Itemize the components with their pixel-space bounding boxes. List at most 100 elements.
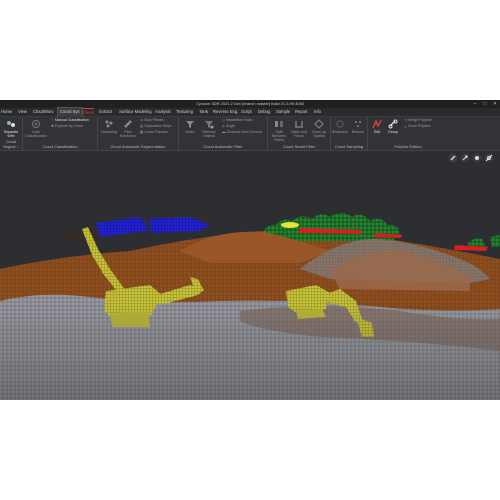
clean-up-spatial-button[interactable]: Clean up Spatial xyxy=(309,119,329,138)
merge-polyline-label: Merge Polyline xyxy=(408,118,432,122)
group-cloud-automatic-segmentation: Clustering Pipe Extraction ▭ Auto Planes… xyxy=(98,117,179,150)
tab-extract[interactable]: Extract xyxy=(99,108,112,116)
merge-icon: ↝ xyxy=(404,118,408,122)
separation-steps-label: Separation Steps xyxy=(144,124,172,128)
split-icon xyxy=(275,121,283,127)
clean-up-spatial-label: Clean up Spatial xyxy=(311,130,327,138)
separate-icon xyxy=(7,121,15,127)
merge-polyline-button[interactable]: ↝ Merge Polyline xyxy=(404,118,432,123)
tab-sample[interactable]: Sample xyxy=(276,108,290,116)
tab-home[interactable]: Home xyxy=(1,108,12,116)
steps-icon: ▤ xyxy=(140,124,144,128)
noise-label: Noise xyxy=(185,130,195,134)
group-label: Cloud Segme... xyxy=(2,139,19,149)
edit-polyline-icon xyxy=(372,119,382,129)
clustering-label: Clustering xyxy=(100,130,118,134)
group-polyline-label: Group xyxy=(388,130,398,134)
tab-report[interactable]: Report xyxy=(295,108,308,116)
reduce-label: Reduce xyxy=(351,130,365,134)
tab-analysis[interactable]: Analysis xyxy=(155,108,171,116)
tab-reverse-eng[interactable]: Reverse Eng. xyxy=(213,108,238,116)
edit-polyline-label: Edit xyxy=(373,130,381,134)
select-tool-icon[interactable] xyxy=(460,153,470,163)
point-cloud-scene[interactable] xyxy=(0,151,500,400)
planes-icon: ▭ xyxy=(140,118,144,122)
group-label: Cloud Automatic Filter xyxy=(203,144,243,149)
ribbon-panel: Separate With Cloud Segme... Auto Classi… xyxy=(0,117,500,151)
manual-classification-button[interactable]: ✎ Manual Classification xyxy=(51,118,89,123)
viewport-toolbar xyxy=(448,153,494,163)
remove-objects-button[interactable]: Remove Objects xyxy=(199,119,219,138)
grab-tool-icon[interactable] xyxy=(472,153,482,163)
tab-info[interactable]: Info xyxy=(314,108,321,116)
group-label: Cloud Classification xyxy=(42,144,78,149)
group-cloud-classification: Auto Classification ✎ Manual Classificat… xyxy=(23,117,98,150)
paint-tool-icon[interactable] xyxy=(448,153,458,163)
hide-tool-icon[interactable] xyxy=(484,153,494,163)
group-polyline-button[interactable]: Group xyxy=(385,119,401,134)
edit-polyline-button[interactable]: Edit xyxy=(369,119,385,134)
ground-icon: ▬ xyxy=(222,130,226,134)
distance-from-ground-label: Distance from Ground xyxy=(226,130,262,134)
close-polyline-button[interactable]: △ Close Polyline xyxy=(404,124,431,129)
separation-ratio-button[interactable]: ◇ Separation Ratio xyxy=(222,118,253,123)
walls-icon xyxy=(295,121,303,128)
distance-from-ground-button[interactable]: ▬ Distance from Ground xyxy=(222,130,262,135)
reduce-button[interactable]: Reduce xyxy=(349,119,367,134)
explode-by-class-button[interactable]: ✽ Explode by Class xyxy=(51,124,83,129)
resample-button[interactable]: Resample xyxy=(331,119,349,134)
tab-texturing[interactable]: Texturing xyxy=(176,108,193,116)
remove-objects-label: Remove Objects xyxy=(202,130,216,138)
tab-cloudworx[interactable]: CloudWorx xyxy=(33,108,54,116)
separate-with-button[interactable]: Separate With xyxy=(1,119,21,138)
clustering-button[interactable]: Clustering xyxy=(99,119,119,134)
cluster-icon xyxy=(105,120,113,128)
group-label: Cloud Sampling xyxy=(334,144,364,149)
classify-icon xyxy=(32,120,40,128)
group-cloud-automatic-filter: Noise Remove Objects ◇ Separation Ratio … xyxy=(179,117,268,150)
explode-by-class-label: Explode by Class xyxy=(55,124,83,128)
group-label: Polyline Edition xyxy=(394,144,422,149)
tab-tank[interactable]: Tank xyxy=(199,108,208,116)
funnel-icon xyxy=(205,121,214,129)
reduce-icon xyxy=(355,121,361,127)
pipe-extraction-button[interactable]: Pipe Extraction xyxy=(119,119,137,138)
walls-and-floors-label: Walls and Floors xyxy=(291,130,307,138)
brush-icon: ✎ xyxy=(51,118,55,122)
maximize-icon[interactable]: □ xyxy=(480,100,490,108)
cross-patches-button[interactable]: ▦ Cross Patches xyxy=(140,130,168,135)
auto-planes-label: Auto Planes xyxy=(144,118,164,122)
minimize-icon[interactable]: – xyxy=(470,100,480,108)
noise-button[interactable]: Noise xyxy=(181,119,199,134)
tab-surface-modeling[interactable]: Surface Modeling xyxy=(119,108,152,116)
split-between-points-label: Split Between Points xyxy=(272,130,286,142)
angle-button[interactable]: ∠ Angle xyxy=(222,124,235,129)
manual-classification-label: Manual Classification xyxy=(55,118,89,122)
angle-label: Angle xyxy=(226,124,236,128)
explode-icon: ✽ xyxy=(51,124,55,128)
tab-coord-sys[interactable]: Coord Sys xyxy=(57,107,83,117)
tab-clean[interactable]: Clean xyxy=(83,108,94,117)
cleanup-icon xyxy=(314,119,324,129)
patches-icon: ▦ xyxy=(140,130,144,134)
separation-steps-button[interactable]: ▤ Separation Steps xyxy=(140,124,172,129)
close-polyline-icon: △ xyxy=(404,124,407,128)
ratio-icon: ◇ xyxy=(222,118,225,122)
tab-view[interactable]: View xyxy=(18,108,27,116)
group-cloud-sampling: Resample Reduce Cloud Sampling xyxy=(331,117,368,150)
split-between-points-button[interactable]: Split Between Points xyxy=(269,119,289,142)
cross-patches-label: Cross Patches xyxy=(144,130,168,134)
close-polyline-label: Close Polyline xyxy=(407,124,431,128)
depth-fog xyxy=(0,301,500,400)
3d-viewport[interactable] xyxy=(0,151,500,400)
tab-script[interactable]: Script xyxy=(241,108,252,116)
auto-classification-label: Auto Classification xyxy=(25,130,47,138)
walls-and-floors-button[interactable]: Walls and Floors xyxy=(289,119,309,138)
pipe-extraction-label: Pipe Extraction xyxy=(120,130,136,138)
auto-classification-button[interactable]: Auto Classification xyxy=(25,119,47,138)
ribbon-tabs: Home View CloudWorx Coord Sys Clean Extr… xyxy=(0,107,500,117)
close-icon[interactable]: ✕ xyxy=(490,100,500,108)
group-cloud-segmentation: Separate With Cloud Segme... xyxy=(0,117,23,150)
auto-planes-button[interactable]: ▭ Auto Planes xyxy=(140,118,164,123)
tab-debug[interactable]: Debug xyxy=(258,108,270,116)
